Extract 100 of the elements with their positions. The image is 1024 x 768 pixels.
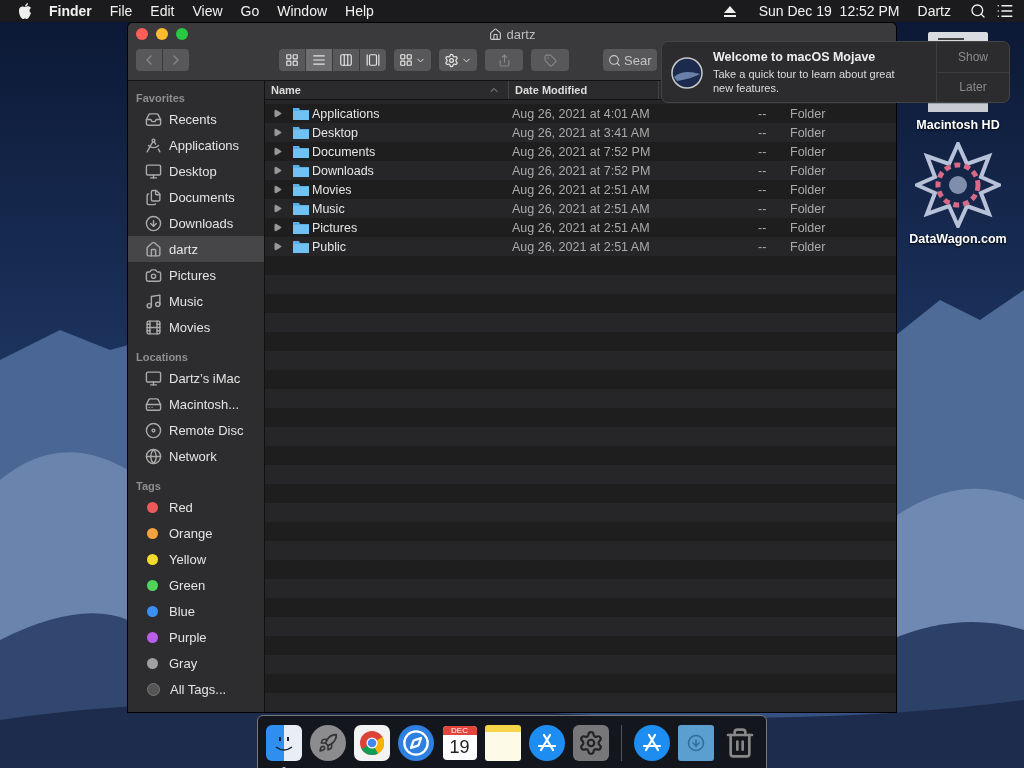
file-name: Movies [312, 182, 353, 197]
search-icon[interactable] [970, 3, 986, 19]
file-row[interactable]: Public Aug 26, 2021 at 2:51 AM -- Folder [265, 237, 896, 256]
app-store-icon[interactable] [634, 724, 670, 761]
menu-clock[interactable]: Sun Dec 19 12:52 PM [749, 3, 909, 19]
sidebar-item[interactable]: dartz [128, 236, 264, 262]
kind-cell-text: Folder [790, 182, 827, 197]
browser-logo-icon[interactable] [354, 724, 390, 761]
view-list-button[interactable] [306, 49, 332, 71]
menu-item[interactable]: File [100, 3, 142, 19]
file-row[interactable]: Movies Aug 26, 2021 at 2:51 AM -- Folder [265, 180, 896, 199]
menu-item[interactable]: Edit [141, 3, 184, 19]
sidebar-item[interactable]: Dartz’s iMac [128, 365, 264, 391]
sidebar-item[interactable]: Applications [128, 132, 264, 158]
sidebar-item[interactable]: Music [128, 288, 264, 314]
action-button[interactable] [439, 49, 477, 71]
column-header[interactable]: Date Modified [509, 81, 659, 99]
sidebar-item[interactable]: Downloads [128, 210, 264, 236]
notification-action[interactable]: Later [937, 72, 1009, 102]
gear-icon[interactable] [573, 724, 610, 761]
kind-cell-text: Folder [790, 144, 827, 159]
sidebar-item[interactable]: All Tags... [128, 676, 264, 702]
column-header[interactable]: Name [265, 81, 509, 99]
zoom-button[interactable] [176, 28, 188, 40]
sidebar-item[interactable]: Macintosh... [128, 391, 264, 417]
grid-icon [285, 53, 299, 67]
sidebar-item[interactable]: Desktop [128, 158, 264, 184]
disclosure-triangle-icon[interactable] [273, 166, 282, 175]
sidebar-heading: Tags [135, 479, 162, 494]
sidebar-item[interactable]: Movies [128, 314, 264, 340]
size-cell-text: -- [758, 144, 768, 159]
apple-logo-icon[interactable] [18, 3, 32, 19]
notification-action[interactable]: Show [937, 42, 1009, 73]
disclosure-triangle-icon[interactable] [273, 147, 282, 156]
sidebar-item[interactable]: Purple [128, 624, 264, 650]
minimize-button[interactable] [156, 28, 168, 40]
download-folder-icon[interactable] [678, 724, 714, 761]
sidebar-item[interactable]: Network [128, 443, 264, 469]
eject-icon[interactable] [723, 5, 736, 17]
folder-icon [293, 221, 309, 234]
sidebar-item[interactable]: Documents [128, 184, 264, 210]
disclosure-triangle-icon[interactable] [273, 128, 282, 137]
folder-icon [293, 107, 309, 120]
star-pattern-icon[interactable] [915, 142, 1001, 228]
app-store-icon[interactable] [529, 724, 566, 761]
desktop-icon-label[interactable]: DataWagon.com [909, 232, 1007, 246]
sidebar-item[interactable]: Yellow [128, 546, 264, 572]
compass-icon[interactable] [398, 724, 434, 761]
window-title: dartz [506, 26, 536, 42]
file-name: Pictures [312, 220, 359, 235]
user-menu[interactable]: Dartz [908, 3, 960, 19]
share-icon [497, 53, 511, 67]
sidebar-item[interactable]: Blue [128, 598, 264, 624]
menu-item[interactable]: Help [336, 3, 383, 19]
notification-toast[interactable]: Welcome to macOS Mojave Take a quick tour to learn about great new features. Show Later [661, 41, 1010, 103]
disclosure-triangle-icon[interactable] [273, 185, 282, 194]
view-grid-button[interactable] [279, 49, 305, 71]
sidebar-item[interactable]: Recents [128, 106, 264, 132]
sidebar-item[interactable]: Pictures [128, 262, 264, 288]
menu-list-icon[interactable] [996, 2, 1014, 20]
disclosure-triangle-icon[interactable] [273, 223, 282, 232]
size-cell-text: -- [758, 201, 768, 216]
disclosure-triangle-icon[interactable] [273, 109, 282, 118]
notepad-icon[interactable] [485, 724, 522, 761]
columns-icon [339, 53, 353, 67]
calendar-icon[interactable]: DEC 19 [442, 725, 477, 760]
file-row[interactable]: Applications Aug 26, 2021 at 4:01 AM -- Folder [265, 104, 896, 123]
file-name: Downloads [312, 163, 375, 178]
date-cell-text: Aug 26, 2021 at 2:51 AM [512, 239, 651, 254]
file-row[interactable]: Documents Aug 26, 2021 at 7:52 PM -- Folder [265, 142, 896, 161]
close-button[interactable] [136, 28, 148, 40]
smiling-face-icon[interactable] [266, 724, 302, 761]
search-field[interactable]: Sear [603, 49, 657, 71]
sidebar-item[interactable]: Orange [128, 520, 264, 546]
menu-item[interactable]: Window [268, 3, 337, 19]
file-row[interactable]: Pictures Aug 26, 2021 at 2:51 AM -- Folder [265, 218, 896, 237]
disclosure-triangle-icon[interactable] [273, 204, 282, 213]
arrange-button[interactable] [394, 49, 431, 71]
gallery-icon [366, 53, 380, 67]
sidebar-heading: Locations [135, 350, 189, 365]
view-columns-button[interactable] [333, 49, 359, 71]
file-row[interactable]: Music Aug 26, 2021 at 2:51 AM -- Folder [265, 199, 896, 218]
sidebar-item[interactable]: Gray [128, 650, 264, 676]
rocket-icon[interactable] [310, 724, 346, 761]
file-row[interactable]: Desktop Aug 26, 2021 at 3:41 AM -- Folder [265, 123, 896, 142]
desktop-icon-label[interactable]: Macintosh HD [916, 118, 1000, 132]
disc-icon [145, 421, 162, 439]
sidebar-item[interactable]: Green [128, 572, 264, 598]
menu-item[interactable]: Go [231, 3, 269, 19]
view-gallery-button[interactable] [360, 49, 386, 71]
date-cell-text: Aug 26, 2021 at 2:51 AM [512, 220, 651, 235]
display-icon [145, 162, 162, 180]
file-row[interactable]: Downloads Aug 26, 2021 at 7:52 PM -- Folder [265, 161, 896, 180]
date-cell-text: Aug 26, 2021 at 7:52 PM [512, 163, 652, 178]
sidebar-item[interactable]: Red [128, 494, 264, 520]
app-menu[interactable]: Finder [40, 3, 101, 19]
date-cell-text: Aug 26, 2021 at 7:52 PM [512, 144, 652, 159]
menu-item[interactable]: View [183, 3, 232, 19]
sidebar-item[interactable]: Remote Disc [128, 417, 264, 443]
disclosure-triangle-icon[interactable] [273, 242, 282, 251]
